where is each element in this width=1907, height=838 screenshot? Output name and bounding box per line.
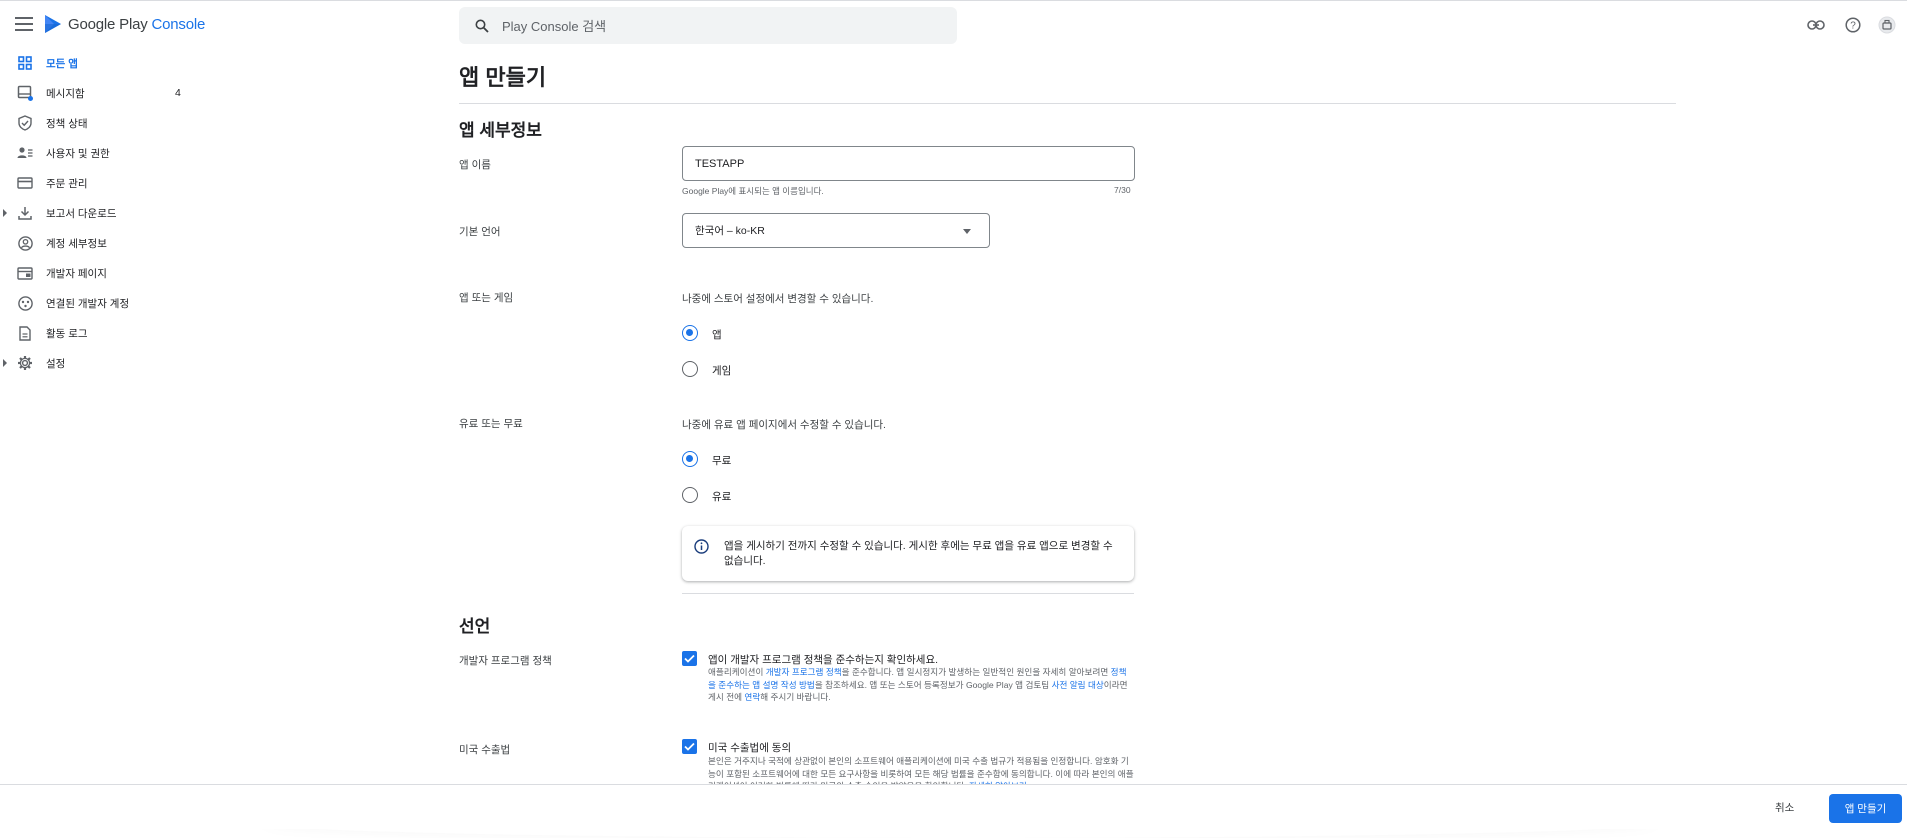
sidebar-item-settings[interactable]: 설정 [0, 350, 200, 376]
logo-text: Google Play Console [68, 15, 206, 33]
sidebar-item-label: 정책 상태 [46, 117, 88, 130]
expand-caret-icon[interactable] [3, 209, 7, 217]
free-or-paid-label: 유료 또는 무료 [459, 418, 523, 430]
svg-text:?: ? [1850, 21, 1856, 32]
default-language-value: 한국어 – ko-KR [695, 225, 765, 237]
sidebar-item-order-management[interactable]: 주문 관리 [0, 170, 200, 196]
developer-policy-checkbox[interactable] [682, 651, 697, 666]
us-export-law-title: 미국 수출법에 동의 [708, 742, 792, 754]
divider [459, 103, 1676, 104]
search-input[interactable]: Play Console 검색 [502, 16, 606, 35]
game-radio-label[interactable]: 게임 [712, 363, 731, 378]
grid-icon [16, 54, 34, 72]
pre-notification-link[interactable]: 사전 알림 대상 [1052, 680, 1104, 690]
play-logo-icon [45, 15, 61, 33]
help-icon[interactable]: ? [1842, 14, 1864, 36]
game-radio[interactable] [682, 361, 698, 377]
menu-icon[interactable] [15, 17, 33, 31]
sidebar-item-label: 주문 관리 [46, 177, 88, 190]
people-icon [16, 144, 34, 162]
paid-radio[interactable] [682, 487, 698, 503]
search-bar[interactable]: Play Console 검색 [459, 7, 957, 44]
sidebar-item-account-details[interactable]: 계정 세부정보 [0, 230, 200, 256]
sidebar-item-label: 설정 [46, 357, 66, 370]
create-app-button[interactable]: 앱 만들기 [1829, 794, 1902, 823]
sidebar-item-users-permissions[interactable]: 사용자 및 권한 [0, 140, 200, 166]
expand-caret-icon[interactable] [3, 359, 7, 367]
app-or-game-description: 나중에 스토어 설정에서 변경할 수 있습니다. [682, 293, 874, 305]
app-radio[interactable] [682, 325, 698, 341]
page-title: 앱 만들기 [459, 65, 547, 90]
link-icon[interactable] [1805, 14, 1827, 36]
free-radio[interactable] [682, 451, 698, 467]
developer-policy-body: 애플리케이션이 개발자 프로그램 정책을 준수합니다. 앱 일시정지가 발생하는… [708, 667, 1128, 702]
section-title-app-details: 앱 세부정보 [459, 121, 542, 140]
info-callout-text: 앱을 게시하기 전까지 수정할 수 있습니다. 게시한 후에는 무료 앱을 유료… [724, 540, 1113, 567]
default-language-select[interactable]: 한국어 – ko-KR [682, 213, 990, 248]
search-icon [475, 19, 489, 33]
app-name-char-counter: 7/30 [1114, 185, 1131, 195]
us-export-law-checkbox[interactable] [682, 739, 697, 754]
inbox-count-badge: 4 [175, 87, 181, 99]
sidebar-item-activity-log[interactable]: 활동 로그 [0, 320, 200, 346]
credit-card-icon [16, 174, 34, 192]
free-radio-label[interactable]: 무료 [712, 453, 731, 468]
gear-icon [16, 354, 34, 372]
inbox-icon [16, 84, 34, 102]
sidebar-item-label: 활동 로그 [46, 327, 88, 340]
download-icon [16, 204, 34, 222]
app-radio-label[interactable]: 앱 [712, 327, 722, 342]
sidebar-item-label: 연결된 개발자 계정 [46, 297, 130, 310]
sidebar-item-label: 계정 세부정보 [46, 237, 107, 250]
us-export-law-label: 미국 수출법 [459, 744, 511, 756]
sidebar-item-linked-developer-accounts[interactable]: 연결된 개발자 계정 [0, 290, 200, 316]
app-or-game-label: 앱 또는 게임 [459, 292, 514, 304]
web-page-icon [16, 264, 34, 282]
app-name-field[interactable] [682, 146, 1135, 181]
account-avatar-icon[interactable] [1876, 14, 1898, 36]
chevron-down-icon [963, 229, 971, 234]
developer-policy-title: 앱이 개발자 프로그램 정책을 준수하는지 확인하세요. [708, 654, 939, 666]
divider [682, 593, 1134, 594]
contact-link[interactable]: 연락 [744, 692, 760, 702]
app-name-label: 앱 이름 [459, 159, 491, 171]
sidebar-item-label: 사용자 및 권한 [46, 147, 110, 160]
sidebar-item-download-reports[interactable]: 보고서 다운로드 [0, 200, 200, 226]
info-icon [694, 539, 709, 554]
app-name-helper-text: Google Play에 표시되는 앱 이름입니다. [682, 186, 824, 196]
info-callout: 앱을 게시하기 전까지 수정할 수 있습니다. 게시한 후에는 무료 앱을 유료… [682, 526, 1134, 581]
sidebar-item-label: 개발자 페이지 [46, 267, 107, 280]
developer-policy-link[interactable]: 개발자 프로그램 정책 [766, 667, 842, 677]
sidebar-item-policy-status[interactable]: 정책 상태 [0, 110, 200, 136]
sidebar-item-label: 모든 앱 [46, 57, 78, 70]
linked-accounts-icon [16, 294, 34, 312]
developer-policy-label: 개발자 프로그램 정책 [459, 655, 552, 667]
play-console-logo[interactable]: Google Play Console [44, 14, 205, 34]
paid-radio-label[interactable]: 유료 [712, 489, 731, 504]
sidebar-item-all-apps[interactable]: 모든 앱 [0, 50, 200, 76]
sidebar-item-label: 보고서 다운로드 [46, 207, 117, 220]
top-border [0, 0, 1907, 1]
section-title-declarations: 선언 [459, 617, 491, 636]
default-language-label: 기본 언어 [459, 226, 501, 238]
checkmark-icon [684, 742, 695, 751]
footer-bar [0, 784, 1907, 829]
checkmark-icon [684, 654, 695, 663]
account-circle-icon [16, 234, 34, 252]
document-icon [16, 324, 34, 342]
shield-check-icon [16, 114, 34, 132]
sidebar-item-label: 메시지함 [46, 87, 85, 100]
sidebar-item-developer-page[interactable]: 개발자 페이지 [0, 260, 200, 286]
free-or-paid-description: 나중에 유료 앱 페이지에서 수정할 수 있습니다. [682, 419, 886, 431]
sidebar-item-inbox[interactable]: 메시지함 4 [0, 80, 200, 106]
cancel-button[interactable]: 취소 [1775, 800, 1794, 815]
